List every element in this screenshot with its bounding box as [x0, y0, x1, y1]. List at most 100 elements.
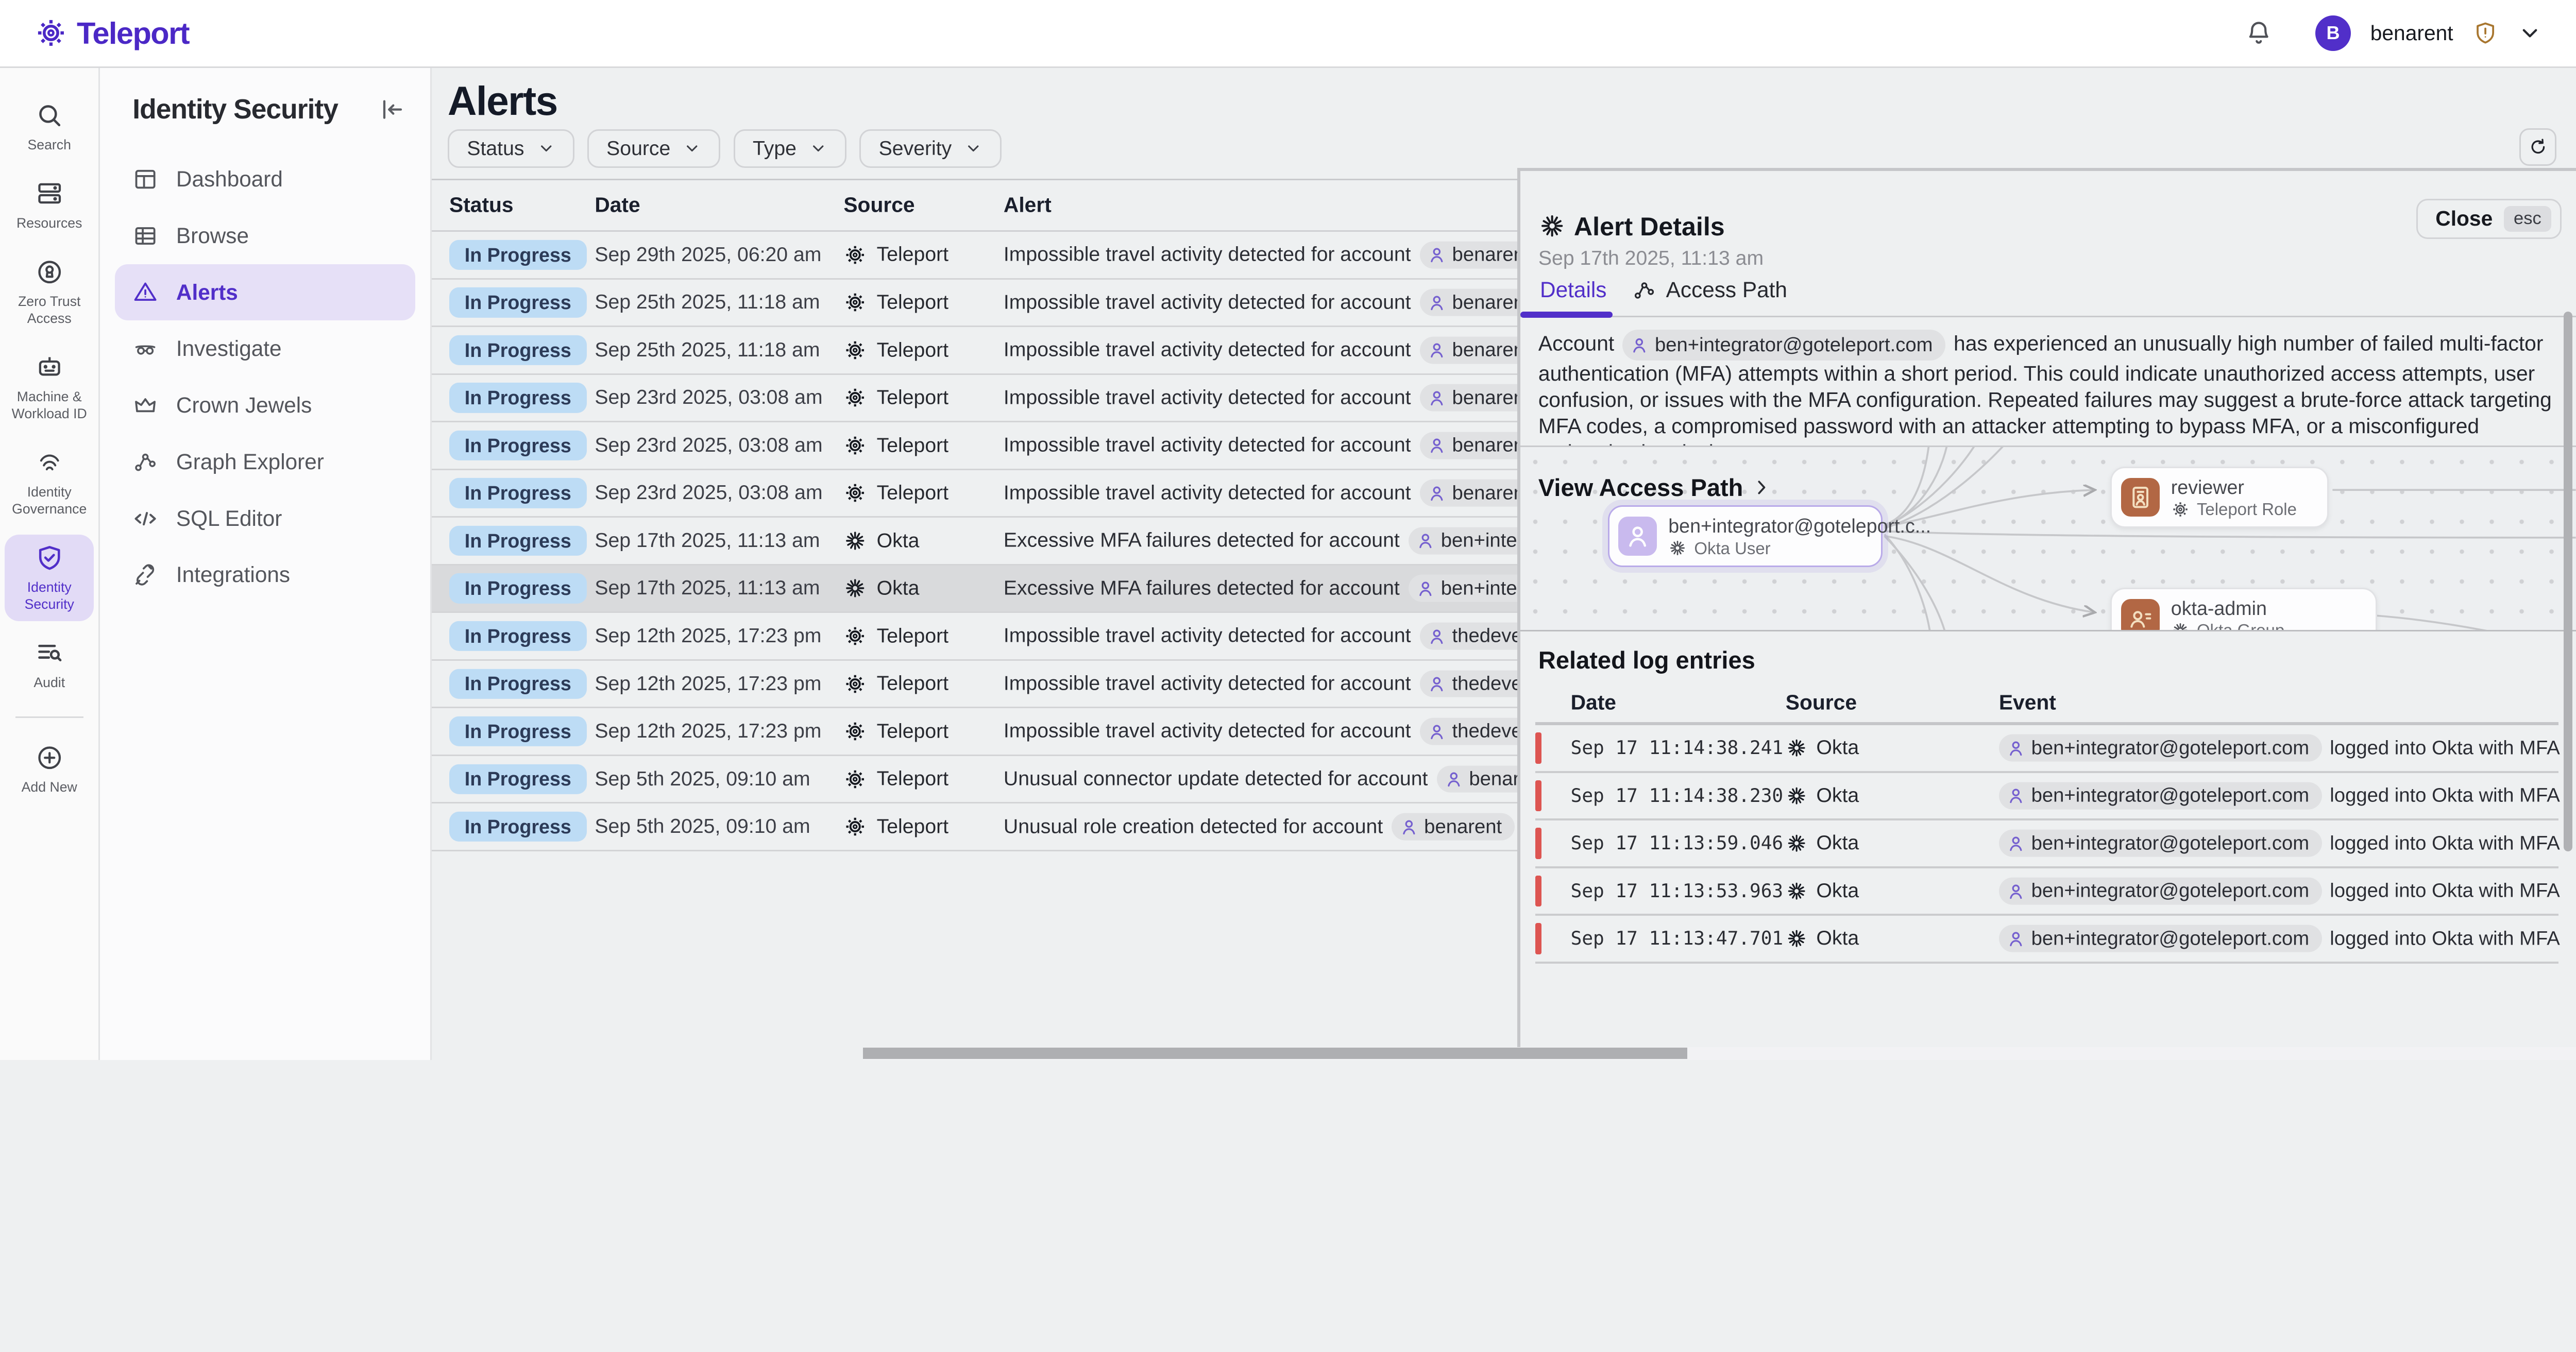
alert-text: Impossible travel activity detected for …: [1004, 244, 1411, 266]
row-date: Sep 17th 2025, 11:13 am: [595, 577, 820, 600]
log-row[interactable]: Sep 17 11:13:47.701 Okta ben+integrator@…: [1535, 916, 2558, 964]
rail-item-zero-trust-access[interactable]: Zero Trust Access: [5, 249, 94, 335]
user-icon: [1427, 245, 1447, 265]
table-row[interactable]: In Progress Sep 25th 2025, 11:18 am Tele…: [432, 327, 1518, 375]
user-icon: [1427, 626, 1447, 646]
rail-divider: [15, 716, 83, 718]
vertical-scrollbar[interactable]: [2564, 312, 2572, 851]
source-label: Okta: [877, 577, 920, 600]
account-name: ben+integrator@goteleport.com: [2031, 927, 2310, 950]
sidebar-item-crown-jewels[interactable]: Crown Jewels: [115, 377, 416, 434]
log-date: Sep 17 11:14:38.230: [1571, 785, 1784, 807]
account-pill: benarent: [1420, 384, 1518, 412]
node-subtitle-label: Okta User: [1694, 539, 1770, 558]
table-row[interactable]: In Progress Sep 12th 2025, 17:23 pm Tele…: [432, 613, 1518, 661]
log-row[interactable]: Sep 17 11:13:53.963 Okta ben+integrator@…: [1535, 868, 2558, 916]
tab-access-path[interactable]: Access Path: [1632, 278, 1787, 302]
log-row[interactable]: Sep 17 11:14:38.230 Okta ben+integrator@…: [1535, 773, 2558, 821]
rail-item-search[interactable]: Search: [5, 92, 94, 162]
source-label: Teleport: [877, 768, 948, 791]
close-button[interactable]: Close esc: [2416, 199, 2562, 239]
filter-type[interactable]: Type: [734, 129, 847, 168]
table-row[interactable]: In Progress Sep 5th 2025, 09:10 am Telep…: [432, 756, 1518, 804]
alert-text: Excessive MFA failures detected for acco…: [1004, 529, 1400, 552]
tab-details[interactable]: Details: [1540, 278, 1606, 302]
sidebar-item-sql-editor[interactable]: SQL Editor: [115, 490, 416, 547]
user-icon: [1444, 769, 1464, 789]
table-row[interactable]: In Progress Sep 5th 2025, 09:10 am Telep…: [432, 803, 1518, 851]
sidebar-item-investigate[interactable]: Investigate: [115, 320, 416, 377]
status-badge: In Progress: [449, 573, 587, 603]
source-icon: [843, 243, 867, 266]
filter-source[interactable]: Source: [587, 129, 721, 168]
row-alert: Impossible travel activity detected for …: [1004, 289, 1517, 316]
table-row[interactable]: In Progress Sep 25th 2025, 11:18 am Tele…: [432, 280, 1518, 328]
table-row[interactable]: In Progress Sep 17th 2025, 11:13 am Okta…: [432, 518, 1518, 566]
table-row[interactable]: In Progress Sep 12th 2025, 17:23 pm Tele…: [432, 661, 1518, 709]
node-subtitle-label: Okta Group: [2197, 621, 2284, 631]
row-date: Sep 5th 2025, 09:10 am: [595, 815, 810, 838]
row-source: Okta: [843, 529, 919, 552]
rail-item-machine-workload-id[interactable]: Machine & Workload ID: [5, 344, 94, 431]
sidebar-item-icon: [132, 449, 158, 475]
log-row[interactable]: Sep 17 11:13:59.046 Okta ben+integrator@…: [1535, 820, 2558, 868]
account-name: ben+integrator@goteleport.com: [1655, 332, 1933, 358]
horizontal-scrollbar[interactable]: [863, 1048, 1687, 1059]
table-row[interactable]: In Progress Sep 23rd 2025, 03:08 am Tele…: [432, 470, 1518, 518]
source-label: Teleport: [877, 291, 948, 314]
sidebar-item-graph-explorer[interactable]: Graph Explorer: [115, 434, 416, 490]
row-alert: Impossible travel activity detected for …: [1004, 718, 1517, 745]
row-source: Teleport: [843, 624, 948, 647]
sidebar-item-label: SQL Editor: [176, 506, 282, 531]
source-icon: [843, 672, 867, 695]
rail-item-resources[interactable]: Resources: [5, 170, 94, 240]
sidebar-item-browse[interactable]: Browse: [115, 208, 416, 264]
access-path-node-user[interactable]: ben+integrator@goteleport.c... Okta User: [1608, 505, 1883, 567]
table-row[interactable]: In Progress Sep 23rd 2025, 03:08 am Tele…: [432, 375, 1518, 423]
refresh-button[interactable]: [2519, 128, 2556, 165]
access-path-node-okta-admin[interactable]: okta-admin Okta Group: [2110, 588, 2377, 631]
rail-item-identity-security[interactable]: Identity Security: [5, 535, 94, 621]
log-column-source: Source: [1786, 691, 1857, 715]
avatar[interactable]: B: [2315, 15, 2351, 51]
notifications-bell-icon[interactable]: [2244, 19, 2273, 47]
source-icon: [843, 386, 867, 409]
account-pill: benarent: [1420, 336, 1518, 364]
filter-label: Status: [467, 138, 524, 160]
user-icon: [1427, 436, 1447, 455]
user-icon: [2006, 786, 2026, 806]
filter-status[interactable]: Status: [448, 129, 574, 168]
rail-item-audit[interactable]: Audit: [5, 630, 94, 699]
account-name: thedevelopnik: [1452, 673, 1518, 695]
rail-item-add-new[interactable]: Add New: [5, 734, 94, 803]
sidebar-item-alerts[interactable]: Alerts: [115, 264, 416, 321]
table-row[interactable]: In Progress Sep 12th 2025, 17:23 pm Tele…: [432, 708, 1518, 756]
view-access-path-label: View Access Path: [1538, 473, 1743, 502]
status-badge: In Progress: [449, 764, 587, 794]
table-row[interactable]: In Progress Sep 29th 2025, 06:20 am Tele…: [432, 232, 1518, 280]
row-alert: Excessive MFA failures detected for acco…: [1004, 527, 1517, 555]
log-row[interactable]: Sep 17 11:14:38.241 Okta ben+integrator@…: [1535, 725, 2558, 773]
okta-icon: [1786, 737, 1807, 759]
shield-warning-icon: [2472, 20, 2498, 46]
filter-severity[interactable]: Severity: [859, 129, 1002, 168]
log-source: Okta: [1786, 832, 1859, 854]
collapse-sidebar-icon[interactable]: [378, 96, 405, 123]
teleport-gear-icon: [34, 16, 68, 50]
access-path-node-reviewer[interactable]: reviewer Teleport Role: [2110, 467, 2328, 528]
column-header-status: Status: [449, 193, 514, 217]
table-row[interactable]: In Progress Sep 17th 2025, 11:13 am Okta…: [432, 566, 1518, 613]
sidebar-item-dashboard[interactable]: Dashboard: [115, 151, 416, 208]
node-subtitle-label: Teleport Role: [2197, 500, 2297, 519]
view-access-path-link[interactable]: View Access Path: [1538, 473, 1772, 502]
chevron-down-icon: [809, 140, 827, 158]
node-subtitle-icon: [2171, 500, 2190, 519]
sidebar-item-label: Alerts: [176, 280, 238, 305]
rail-item-identity-governance[interactable]: Identity Governance: [5, 439, 94, 526]
log-source: Okta: [1786, 784, 1859, 807]
teleport-logo[interactable]: Teleport: [34, 15, 189, 51]
status-badge: In Progress: [449, 669, 587, 698]
table-row[interactable]: In Progress Sep 23rd 2025, 03:08 am Tele…: [432, 422, 1518, 470]
sidebar-item-integrations[interactable]: Integrations: [115, 547, 416, 604]
chevron-down-icon[interactable]: [2518, 21, 2542, 45]
